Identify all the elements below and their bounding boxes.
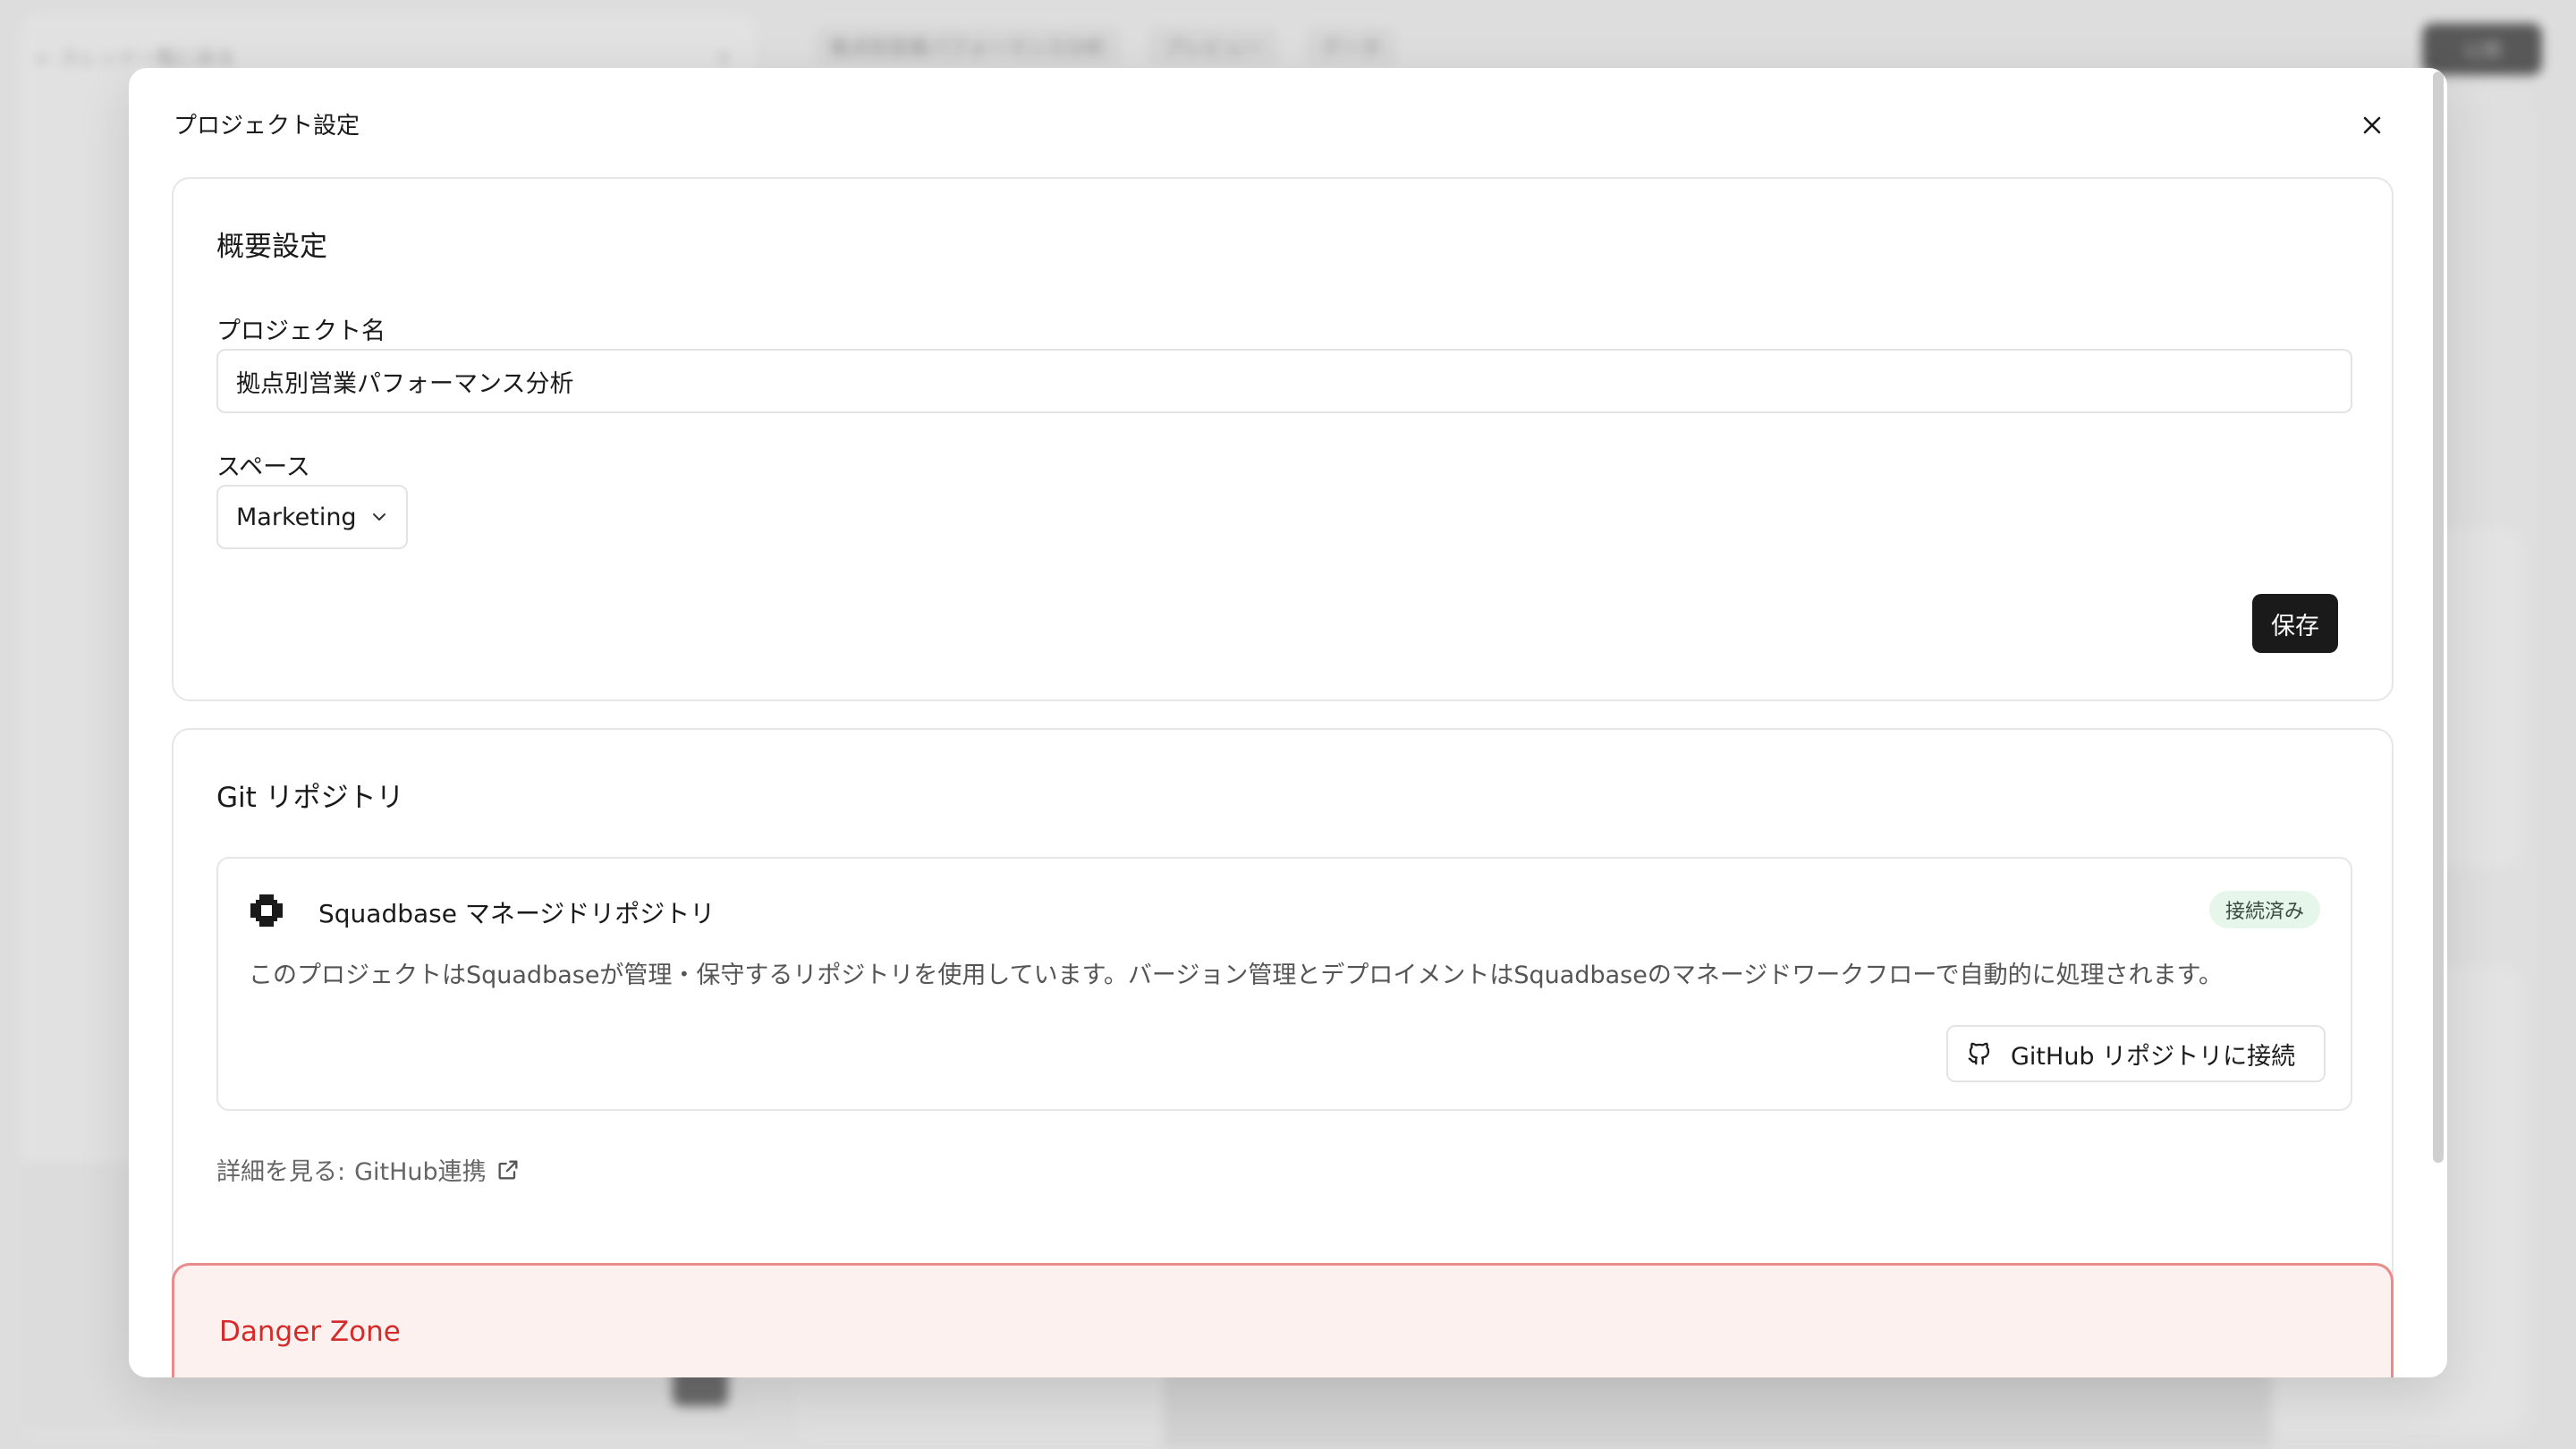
git-repository-section: Git リポジトリ Squadbase マネージドリポジトリ 接続済み このプロ… [172, 728, 2394, 1304]
danger-zone-section: Danger Zone [172, 1263, 2394, 1377]
overview-section: 概要設定 プロジェクト名 拠点別営業パフォーマンス分析 スペース Marketi… [172, 177, 2394, 701]
git-heading: Git リポジトリ [216, 782, 404, 814]
project-settings-modal: プロジェクト設定 概要設定 プロジェクト名 拠点別営業パフォーマンス分析 スペー… [129, 68, 2447, 1377]
danger-heading: Danger Zone [219, 1316, 401, 1348]
connect-github-label: GitHub リポジトリに接続 [2011, 1042, 2296, 1071]
more-prefix: 詳細を見る: [216, 1158, 346, 1186]
github-icon [1968, 1042, 1990, 1065]
project-name-label: プロジェクト名 [216, 318, 386, 345]
squadbase-logo-icon [250, 894, 283, 927]
overview-heading: 概要設定 [216, 231, 327, 263]
close-button[interactable] [2354, 107, 2390, 143]
space-select-value: Marketing [236, 503, 357, 531]
repo-name: Squadbase マネージドリポジトリ [318, 899, 716, 928]
space-label: スペース [216, 453, 310, 481]
managed-repo-card: Squadbase マネージドリポジトリ 接続済み このプロジェクトはSquad… [216, 857, 2352, 1111]
space-select[interactable]: Marketing [216, 485, 408, 549]
modal-title: プロジェクト設定 [174, 113, 360, 140]
close-icon [2363, 116, 2381, 134]
modal-scrollbar[interactable] [2433, 72, 2444, 1163]
project-name-input[interactable]: 拠点別営業パフォーマンス分析 [216, 349, 2352, 413]
repo-description: このプロジェクトはSquadbaseが管理・保守するリポジトリを使用しています。… [249, 962, 2223, 989]
github-integration-link[interactable]: 詳細を見る: GitHub連携 [216, 1152, 521, 1187]
chevron-down-icon [373, 513, 386, 521]
external-link-icon [498, 1160, 518, 1179]
save-button[interactable]: 保存 [2252, 594, 2338, 653]
status-badge: 接続済み [2209, 891, 2321, 928]
connect-github-button[interactable]: GitHub リポジトリに接続 [1946, 1025, 2326, 1082]
more-link-label: GitHub連携 [354, 1158, 487, 1186]
